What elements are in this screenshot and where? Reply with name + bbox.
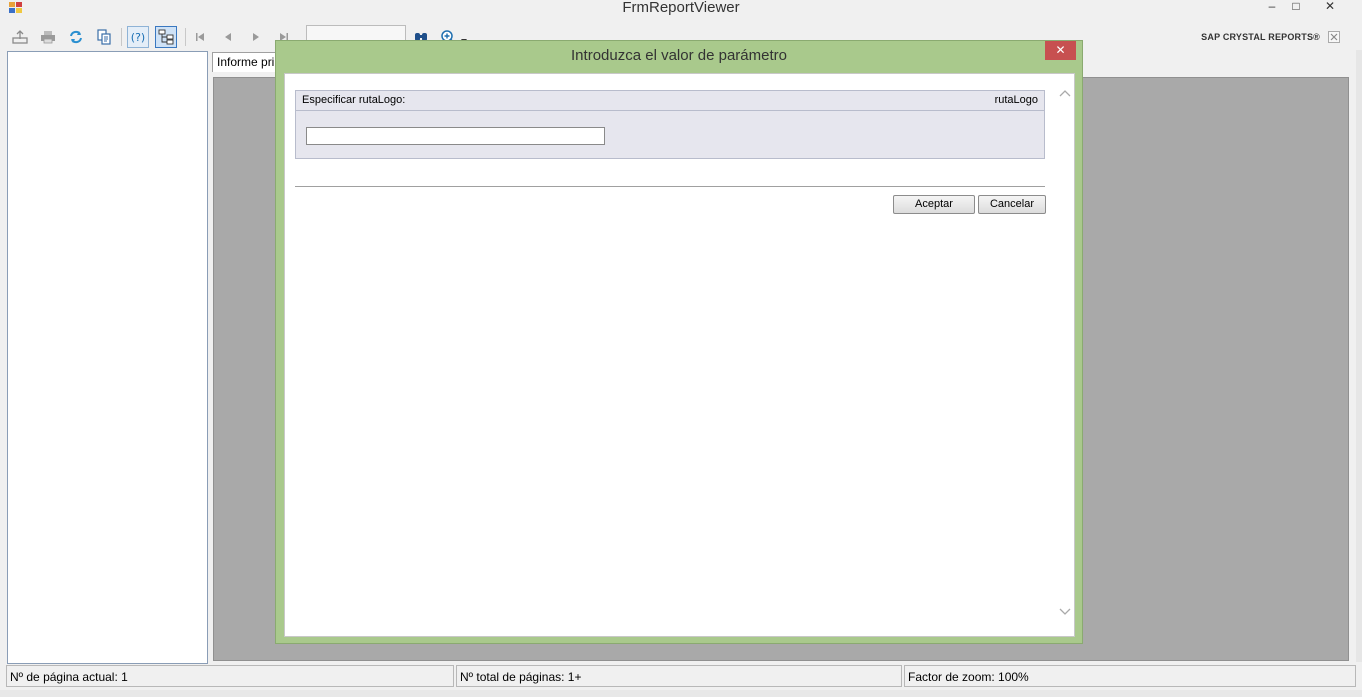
copy-button[interactable] bbox=[93, 26, 115, 48]
toolbar-separator bbox=[185, 28, 186, 46]
maximize-button[interactable]: □ bbox=[1286, 0, 1306, 14]
bottom-edge bbox=[0, 690, 1362, 697]
refresh-button[interactable] bbox=[65, 26, 87, 48]
print-icon bbox=[41, 31, 55, 44]
chevron-down-icon bbox=[1059, 608, 1071, 615]
dialog-close-button[interactable]: ✕ bbox=[1045, 41, 1076, 60]
close-icon bbox=[1328, 31, 1340, 43]
window-scrollbar[interactable] bbox=[1356, 50, 1362, 662]
status-current-page: Nº de página actual: 1 bbox=[6, 665, 454, 687]
group-tree-icon bbox=[158, 29, 174, 45]
dialog-title: Introduzca el valor de parámetro bbox=[571, 47, 787, 64]
next-page-button[interactable] bbox=[245, 26, 267, 48]
previous-page-icon bbox=[225, 33, 231, 41]
window-close-button[interactable]: ✕ bbox=[1320, 0, 1340, 14]
minimize-button[interactable]: – bbox=[1262, 0, 1282, 14]
sap-crystal-reports-label: SAP CRYSTAL REPORTS® bbox=[1201, 32, 1320, 42]
group-tree-panel[interactable] bbox=[7, 51, 208, 664]
export-icon bbox=[12, 30, 28, 44]
close-view-button[interactable] bbox=[1328, 31, 1340, 43]
first-page-icon bbox=[196, 33, 204, 41]
status-total-pages: Nº total de páginas: 1+ bbox=[456, 665, 902, 687]
parameter-value-input[interactable] bbox=[306, 127, 605, 145]
toggle-group-tree-button[interactable] bbox=[155, 26, 177, 48]
first-page-button[interactable] bbox=[189, 26, 211, 48]
tab-main-report[interactable]: Informe principal bbox=[212, 52, 282, 72]
window-title: FrmReportViewer bbox=[622, 0, 740, 16]
parameter-prompt-label: Especificar rutaLogo: bbox=[302, 94, 406, 106]
accept-button[interactable]: Aceptar bbox=[893, 195, 975, 214]
dialog-scrollbar[interactable] bbox=[1057, 85, 1073, 625]
help-icon: (?) bbox=[131, 31, 145, 44]
svg-text:(?): (?) bbox=[131, 31, 145, 44]
next-page-icon bbox=[253, 33, 259, 41]
cancel-button[interactable]: Cancelar bbox=[978, 195, 1046, 214]
chevron-up-icon bbox=[1059, 90, 1071, 97]
help-button[interactable]: (?) bbox=[127, 26, 149, 48]
copy-icon bbox=[97, 29, 111, 45]
refresh-icon bbox=[70, 30, 82, 44]
toolbar-separator bbox=[121, 28, 122, 46]
previous-page-button[interactable] bbox=[217, 26, 239, 48]
status-zoom-factor: Factor de zoom: 100% bbox=[904, 665, 1356, 687]
dialog-divider bbox=[295, 186, 1045, 187]
print-button[interactable] bbox=[37, 26, 59, 48]
export-button[interactable] bbox=[9, 26, 31, 48]
parameter-name-label: rutaLogo bbox=[994, 94, 1038, 106]
